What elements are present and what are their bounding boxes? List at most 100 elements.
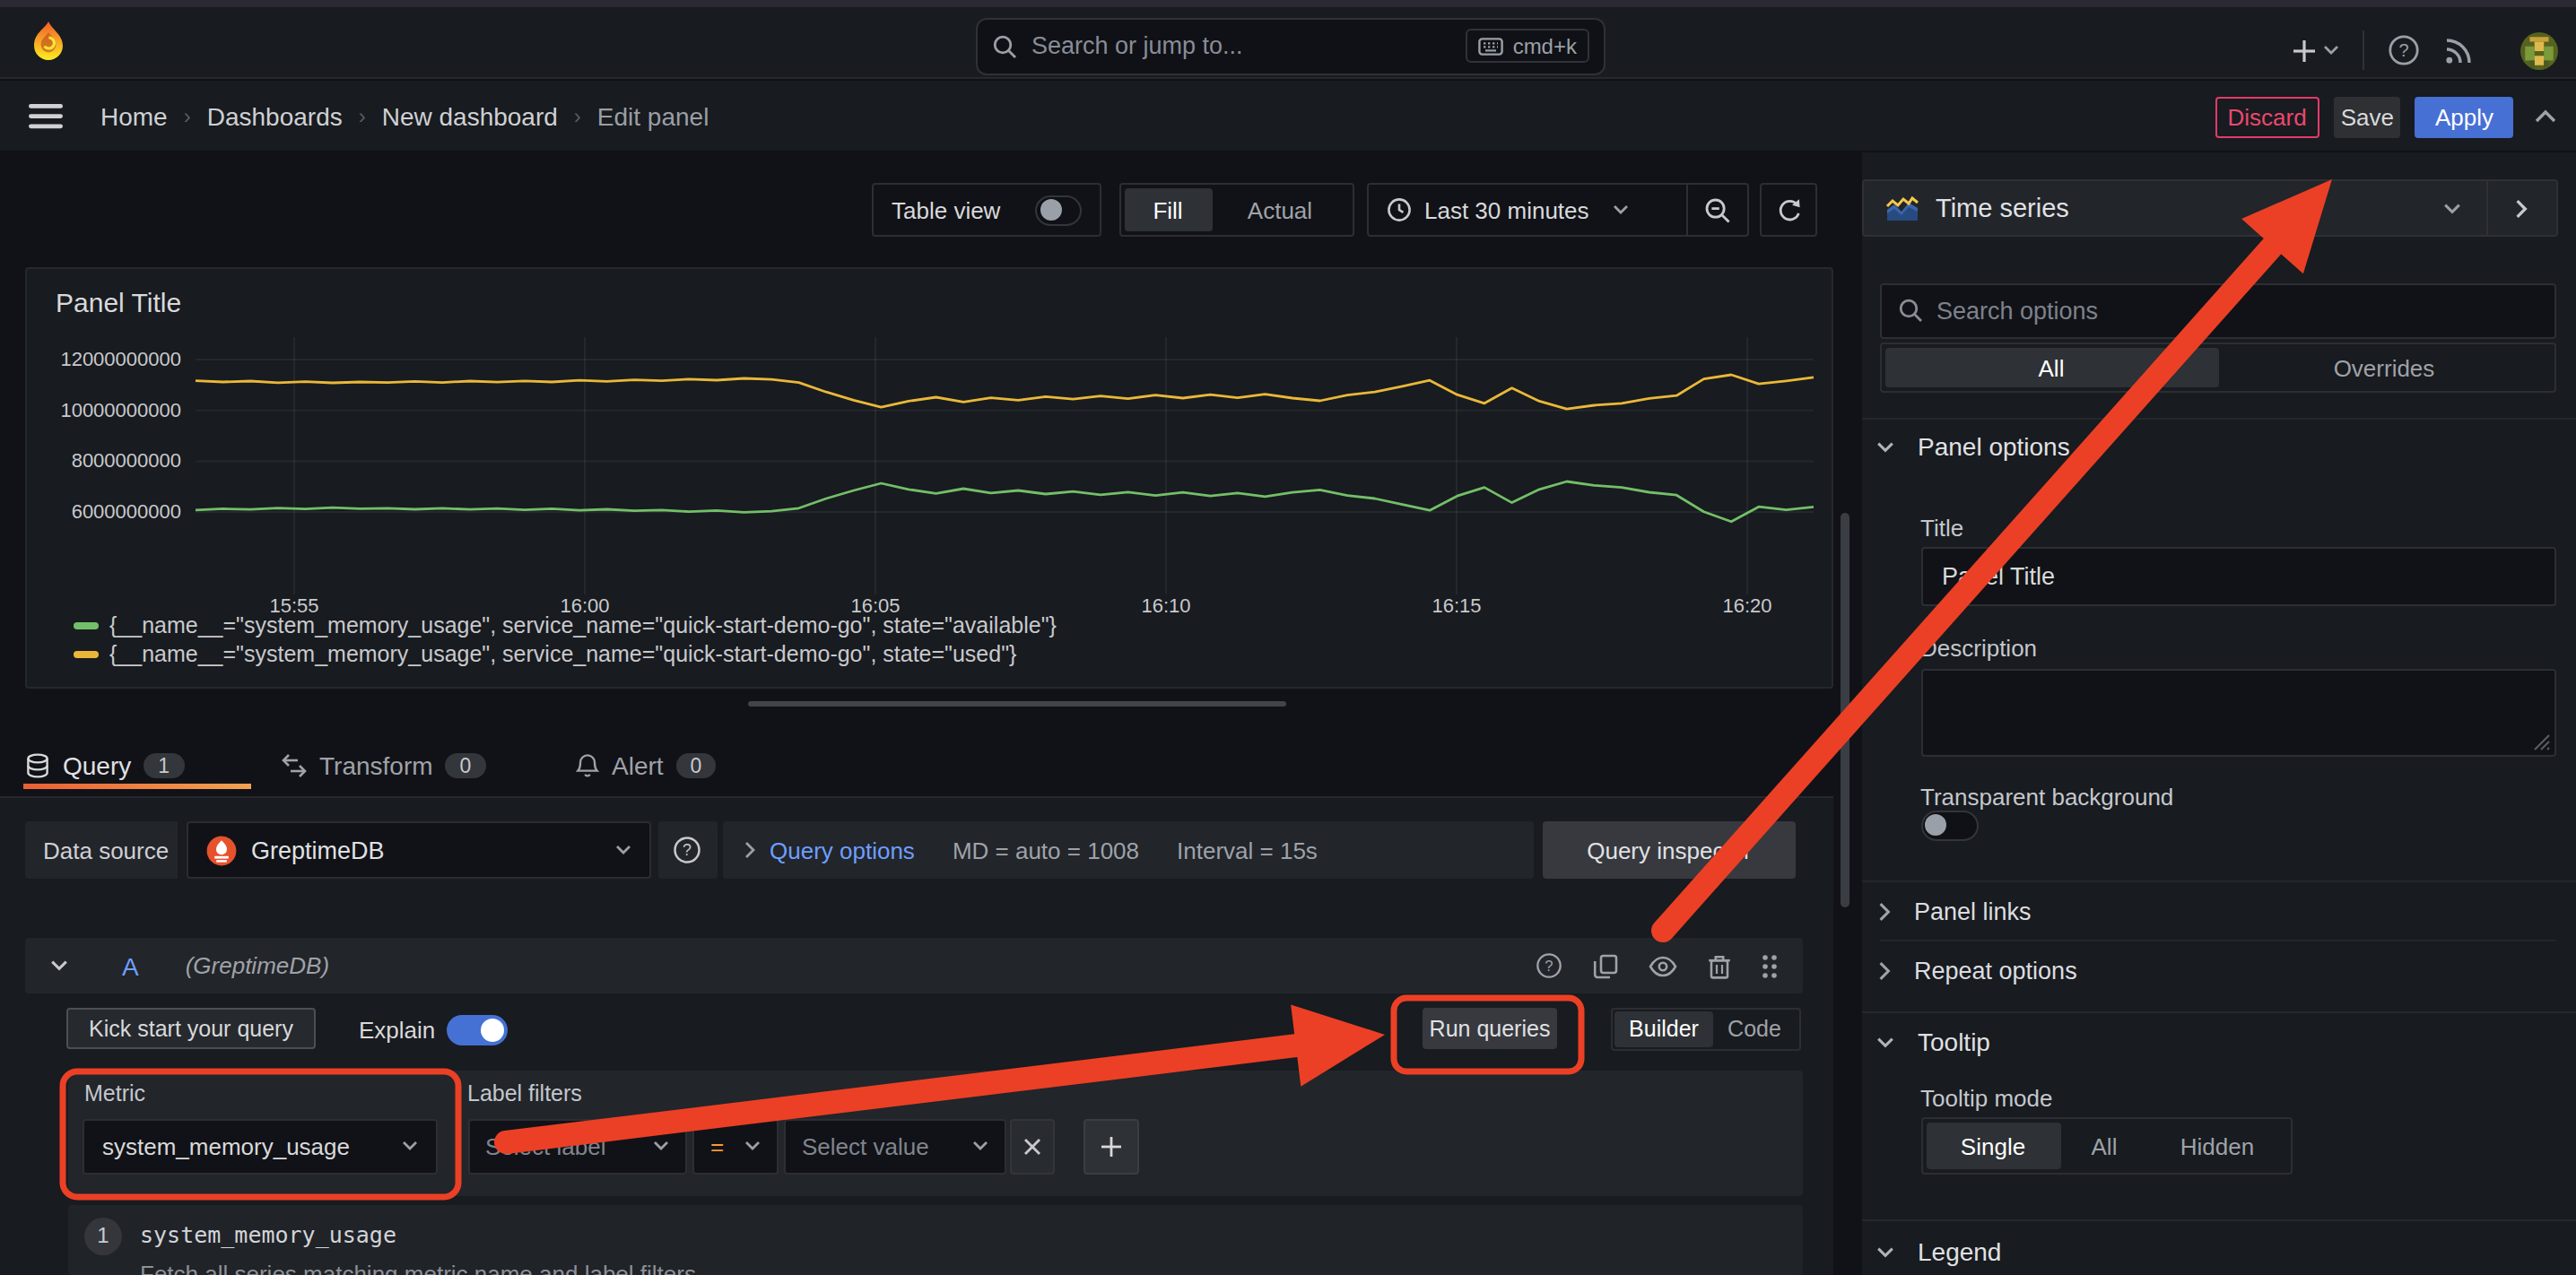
discard-button[interactable]: Discard xyxy=(2215,96,2319,137)
duplicate-query-icon[interactable] xyxy=(1593,953,1618,978)
legend-swatch-available xyxy=(74,622,99,629)
top-nav-bar: Search or jump to... cmd+k ? xyxy=(0,7,2576,79)
chevron-down-icon xyxy=(1613,204,1629,215)
svg-text:?: ? xyxy=(683,841,692,859)
repeat-options-section[interactable]: Repeat options xyxy=(1878,956,2077,984)
fill-option[interactable]: Fill xyxy=(1124,188,1212,231)
edit-actions: Discard Save Apply xyxy=(2215,96,2557,137)
scrollbar-thumb[interactable] xyxy=(1841,513,1849,907)
kick-start-button[interactable]: Kick start your query xyxy=(66,1008,316,1049)
viz-picker[interactable]: Time series xyxy=(1862,179,2557,237)
news-rss-button[interactable] xyxy=(2443,35,2474,65)
add-button[interactable] xyxy=(2291,37,2339,64)
chevron-down-icon xyxy=(615,845,631,855)
code-option[interactable]: Code xyxy=(1713,1011,1796,1047)
nav-right-cluster: ? xyxy=(2291,14,2558,86)
plus-icon xyxy=(1099,1135,1122,1158)
legend-item-available[interactable]: {__name__="system_memory_usage", service… xyxy=(74,613,1057,638)
query-editor-pane: Data source GreptimeDB ? Query options M… xyxy=(0,797,1832,1275)
search-icon xyxy=(1897,299,1922,324)
datasource-picker[interactable]: GreptimeDB xyxy=(187,821,651,879)
tooltip-section-header[interactable]: Tooltip xyxy=(1876,1028,1990,1056)
help-button[interactable]: ? xyxy=(2388,34,2420,66)
filter-tab-overrides[interactable]: Overrides xyxy=(2218,348,2550,387)
builder-code-switcher: Builder Code xyxy=(1610,1008,1800,1050)
time-range-picker[interactable]: Last 30 minutes xyxy=(1369,185,1686,235)
chevron-right-icon xyxy=(1878,901,1891,921)
pane-splitter-handle[interactable] xyxy=(748,700,1286,707)
query-options-bar[interactable]: Query options MD = auto = 1008 Interval … xyxy=(723,821,1534,879)
explain-step-badge: 1 xyxy=(84,1217,122,1254)
save-button[interactable]: Save xyxy=(2334,96,2401,137)
zoom-out-button[interactable] xyxy=(1688,185,1747,235)
svg-text:16:20: 16:20 xyxy=(1722,594,1771,616)
panel-options-header[interactable]: Panel options xyxy=(1876,432,2070,461)
query-options-link[interactable]: Query options xyxy=(770,837,915,863)
run-queries-button[interactable]: Run queries xyxy=(1423,1008,1557,1049)
explain-toggle[interactable] xyxy=(447,1015,508,1045)
query-options-md: MD = auto = 1008 xyxy=(953,837,1139,863)
transform-icon xyxy=(282,752,307,777)
legend-section-header[interactable]: Legend xyxy=(1876,1237,2001,1266)
options-divider xyxy=(1862,418,2576,420)
breadcrumb-dashboards[interactable]: Dashboards xyxy=(207,101,343,130)
title-input[interactable]: Panel Title xyxy=(1920,547,2555,606)
operator-dropdown[interactable]: = xyxy=(692,1118,779,1175)
alert-tab[interactable]: Alert 0 xyxy=(576,739,716,791)
svg-text:?: ? xyxy=(1545,958,1553,975)
metric-value: system_memory_usage xyxy=(102,1133,402,1160)
transform-tab[interactable]: Transform 0 xyxy=(282,739,485,791)
metric-select[interactable]: system_memory_usage xyxy=(83,1118,438,1175)
svg-text:?: ? xyxy=(2398,40,2408,60)
query-inspector-button[interactable]: Query inspector xyxy=(1543,821,1796,879)
transparent-bg-toggle[interactable] xyxy=(1920,811,1978,840)
datasource-help-button[interactable]: ? xyxy=(658,821,717,879)
svg-text:16:15: 16:15 xyxy=(1432,594,1481,616)
select-label-dropdown[interactable]: Select label xyxy=(467,1118,687,1175)
toggle-knob xyxy=(1040,198,1062,221)
breadcrumb-new-dashboard[interactable]: New dashboard xyxy=(382,101,558,130)
query-row-actions: ? xyxy=(1536,952,1778,979)
breadcrumb-current: Edit panel xyxy=(597,101,709,130)
menu-toggle[interactable] xyxy=(29,104,63,129)
filter-tab-all[interactable]: All xyxy=(1884,348,2218,387)
breadcrumb-home[interactable]: Home xyxy=(100,101,168,130)
global-search-input[interactable]: Search or jump to... cmd+k xyxy=(976,17,1606,74)
options-divider xyxy=(1862,1010,2576,1012)
tooltip-mode-single[interactable]: Single xyxy=(1926,1123,2060,1169)
tooltip-mode-label: Tooltip mode xyxy=(1920,1085,2052,1112)
tooltip-mode-all[interactable]: All xyxy=(2060,1123,2148,1169)
tooltip-mode-hidden[interactable]: Hidden xyxy=(2148,1123,2286,1169)
collapse-options-button[interactable] xyxy=(2487,198,2555,218)
panel-links-label: Panel links xyxy=(1914,898,2032,924)
hide-query-icon[interactable] xyxy=(1649,955,1677,976)
fill-actual-switcher: Fill Actual xyxy=(1118,183,1353,237)
builder-option[interactable]: Builder xyxy=(1614,1011,1713,1047)
options-sidebar: Time series Search options All Overrides… xyxy=(1862,152,2576,1275)
grafana-logo[interactable] xyxy=(25,18,72,65)
user-avatar[interactable] xyxy=(2520,31,2558,69)
remove-filter-button[interactable] xyxy=(1010,1118,1055,1175)
hamburger-icon xyxy=(29,104,63,129)
options-filter-tabs: All Overrides xyxy=(1879,343,2555,393)
query-row-header[interactable]: A (GreptimeDB) ? xyxy=(25,938,1803,993)
refresh-button[interactable] xyxy=(1760,183,1817,237)
delete-query-icon[interactable] xyxy=(1708,953,1731,978)
panel-links-section[interactable]: Panel links xyxy=(1878,897,2032,925)
query-help-icon[interactable]: ? xyxy=(1536,952,1562,979)
drag-handle-icon[interactable] xyxy=(1762,953,1778,978)
legend-item-used[interactable]: {__name__="system_memory_usage", service… xyxy=(74,642,1016,667)
chevron-down-icon xyxy=(402,1141,418,1152)
add-filter-button[interactable] xyxy=(1083,1119,1138,1175)
apply-button[interactable]: Apply xyxy=(2415,96,2513,137)
actual-option[interactable]: Actual xyxy=(1212,188,1348,231)
close-icon xyxy=(1023,1137,1042,1157)
select-value-dropdown[interactable]: Select value xyxy=(784,1118,1006,1175)
options-search-input[interactable]: Search options xyxy=(1879,282,2555,339)
table-view-toggle[interactable] xyxy=(1035,195,1082,225)
options-divider xyxy=(1879,939,2555,941)
datasource-value: GreptimeDB xyxy=(251,837,615,863)
description-textarea[interactable] xyxy=(1920,668,2555,757)
legend-label-available: {__name__="system_memory_usage", service… xyxy=(109,613,1057,638)
collapse-header-button[interactable] xyxy=(2535,109,2556,124)
